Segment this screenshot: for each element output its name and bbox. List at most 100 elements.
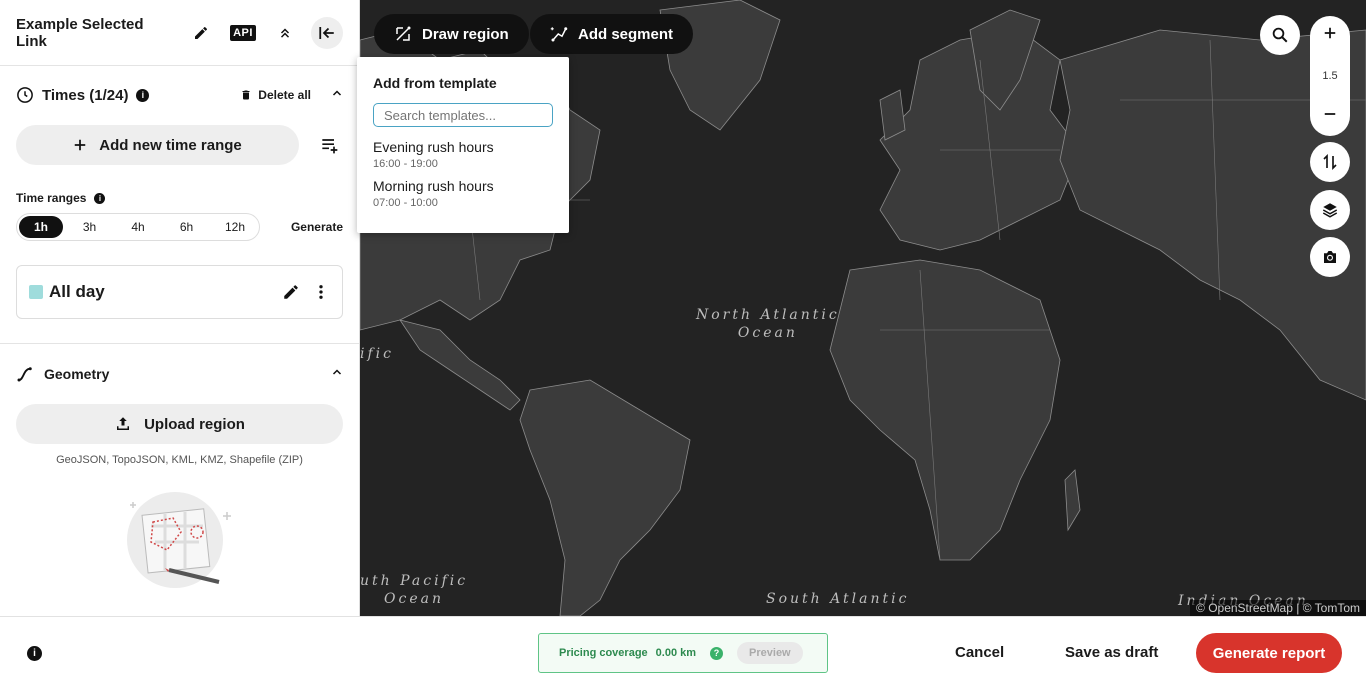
empty-geometry-illustration <box>0 492 359 602</box>
range-option-12h[interactable]: 12h <box>213 216 257 238</box>
edit-range-button[interactable] <box>282 283 300 301</box>
upload-region-button[interactable]: Upload region <box>16 404 343 444</box>
plus-icon <box>1324 27 1336 39</box>
draw-polygon-icon <box>396 26 411 41</box>
collapse-all-button[interactable] <box>269 17 301 49</box>
upload-icon <box>117 417 130 430</box>
minus-icon <box>1324 113 1336 115</box>
report-title: Example Selected Link <box>16 15 144 50</box>
time-range-name: All day <box>49 282 105 301</box>
footer-bar: i Pricing coverage 0.00 km ? Preview Can… <box>0 616 1366 688</box>
pencil-icon <box>195 26 207 39</box>
range-more-button[interactable] <box>312 283 330 301</box>
layers-icon <box>1322 203 1338 218</box>
map-pencil-illustration-icon <box>126 492 231 588</box>
range-option-3h[interactable]: 3h <box>68 216 112 238</box>
time-range-selector: 1h 3h 4h 6h 12h <box>16 213 260 241</box>
close-sidebar-button[interactable] <box>311 16 343 49</box>
zoom-level: 1.5 <box>1322 70 1338 82</box>
geometry-section-header: Geometry <box>0 344 359 404</box>
draw-region-label: Draw region <box>422 25 509 43</box>
upload-region-label: Upload region <box>144 415 245 433</box>
pricing-value: 0.00 km <box>655 647 697 659</box>
route-icon <box>17 367 32 382</box>
template-search-input[interactable] <box>373 103 553 127</box>
template-item-morning[interactable]: Morning rush hours 07:00 - 10:00 <box>373 178 553 209</box>
screenshot-button[interactable] <box>1310 237 1350 277</box>
help-icon[interactable]: ? <box>710 646 724 660</box>
add-time-range-button[interactable]: Add new time range <box>16 125 299 165</box>
trash-icon <box>242 90 250 100</box>
map-search-button[interactable] <box>1260 15 1300 55</box>
time-range-card[interactable]: All day <box>16 265 343 319</box>
info-icon[interactable]: i <box>136 88 150 102</box>
template-name: Evening rush hours <box>373 139 494 155</box>
arrow-left-bar-icon <box>319 26 334 39</box>
template-time: 07:00 - 10:00 <box>373 197 438 209</box>
search-icon <box>1272 27 1288 43</box>
zoom-out-button[interactable] <box>1323 107 1337 126</box>
template-item-evening[interactable]: Evening rush hours 16:00 - 19:00 <box>373 139 553 170</box>
time-ranges-label: Time ranges <box>16 191 87 205</box>
supported-formats: GeoJSON, TopoJSON, KML, KMZ, Shapefile (… <box>56 454 303 466</box>
edit-title-button[interactable] <box>185 17 217 49</box>
times-title: Times (1/24) <box>42 86 129 104</box>
generate-ranges-button[interactable]: Generate <box>291 220 343 234</box>
draw-region-button[interactable]: Draw region <box>374 14 529 54</box>
swap-direction-button[interactable] <box>1310 142 1350 182</box>
preview-button[interactable]: Preview <box>737 642 803 664</box>
api-icon: API <box>230 24 256 41</box>
range-option-4h[interactable]: 4h <box>116 216 160 238</box>
template-time: 16:00 - 19:00 <box>373 158 438 170</box>
range-option-6h[interactable]: 6h <box>165 216 209 238</box>
api-button[interactable]: API <box>227 17 259 49</box>
playlist-add-icon <box>322 137 338 154</box>
generate-report-button[interactable]: Generate report <box>1196 633 1342 673</box>
pricing-coverage: Pricing coverage 0.00 km ? Preview <box>538 633 828 673</box>
swap-vertical-icon <box>1323 154 1337 170</box>
time-ranges-label-row: Time ranges i <box>0 191 359 205</box>
delete-all-label: Delete all <box>258 88 311 102</box>
chevron-up-icon <box>332 90 342 96</box>
sidebar: Example Selected Link API Times (1/24) i… <box>0 0 360 616</box>
add-range-row: Add new time range <box>0 125 359 165</box>
pencil-icon <box>284 285 298 299</box>
plus-icon <box>74 139 86 151</box>
ocean-label-north-atlantic: North Atlantic Ocean <box>696 307 840 341</box>
template-list-button[interactable] <box>315 135 343 155</box>
delete-all-button[interactable]: Delete all <box>240 88 311 102</box>
upload-row: Upload region <box>0 404 359 444</box>
map-attribution[interactable]: © OpenStreetMap | © TomTom <box>1190 600 1366 616</box>
layers-button[interactable] <box>1310 190 1350 230</box>
add-time-range-label: Add new time range <box>99 136 242 154</box>
times-section-header: Times (1/24) i Delete all <box>0 66 359 124</box>
add-segment-button[interactable]: Add segment <box>530 14 694 54</box>
zoom-in-button[interactable] <box>1323 26 1337 45</box>
more-vertical-icon <box>319 285 323 299</box>
pricing-label: Pricing coverage <box>559 647 648 659</box>
save-draft-button[interactable]: Save as draft <box>1065 644 1158 661</box>
range-color-swatch <box>29 285 43 299</box>
cancel-button[interactable]: Cancel <box>955 644 1004 661</box>
segment-icon <box>550 27 568 42</box>
template-name: Morning rush hours <box>373 178 494 194</box>
template-popup: Add from template Evening rush hours 16:… <box>357 57 569 233</box>
ocean-label-south-atlantic: South Atlantic <box>766 591 910 607</box>
double-chevron-up-icon <box>280 27 290 38</box>
ocean-label-pacific: ific <box>360 346 394 362</box>
zoom-control: 1.5 <box>1310 16 1350 136</box>
time-ranges-row: 1h 3h 4h 6h 12h Generate <box>0 213 359 241</box>
geometry-title: Geometry <box>44 366 110 382</box>
clock-icon <box>17 87 33 103</box>
collapse-geometry-button[interactable] <box>331 365 343 383</box>
chevron-up-icon <box>332 369 342 375</box>
ocean-label-south-pacific: uth Pacific Ocean <box>360 573 469 607</box>
info-icon[interactable]: i <box>94 192 106 204</box>
range-option-1h[interactable]: 1h <box>19 216 63 238</box>
sidebar-header: Example Selected Link API <box>0 0 359 66</box>
camera-icon <box>1324 251 1336 263</box>
template-popup-title: Add from template <box>373 75 497 91</box>
collapse-times-button[interactable] <box>331 86 343 104</box>
info-icon[interactable]: i <box>27 646 42 661</box>
add-segment-label: Add segment <box>578 25 674 43</box>
